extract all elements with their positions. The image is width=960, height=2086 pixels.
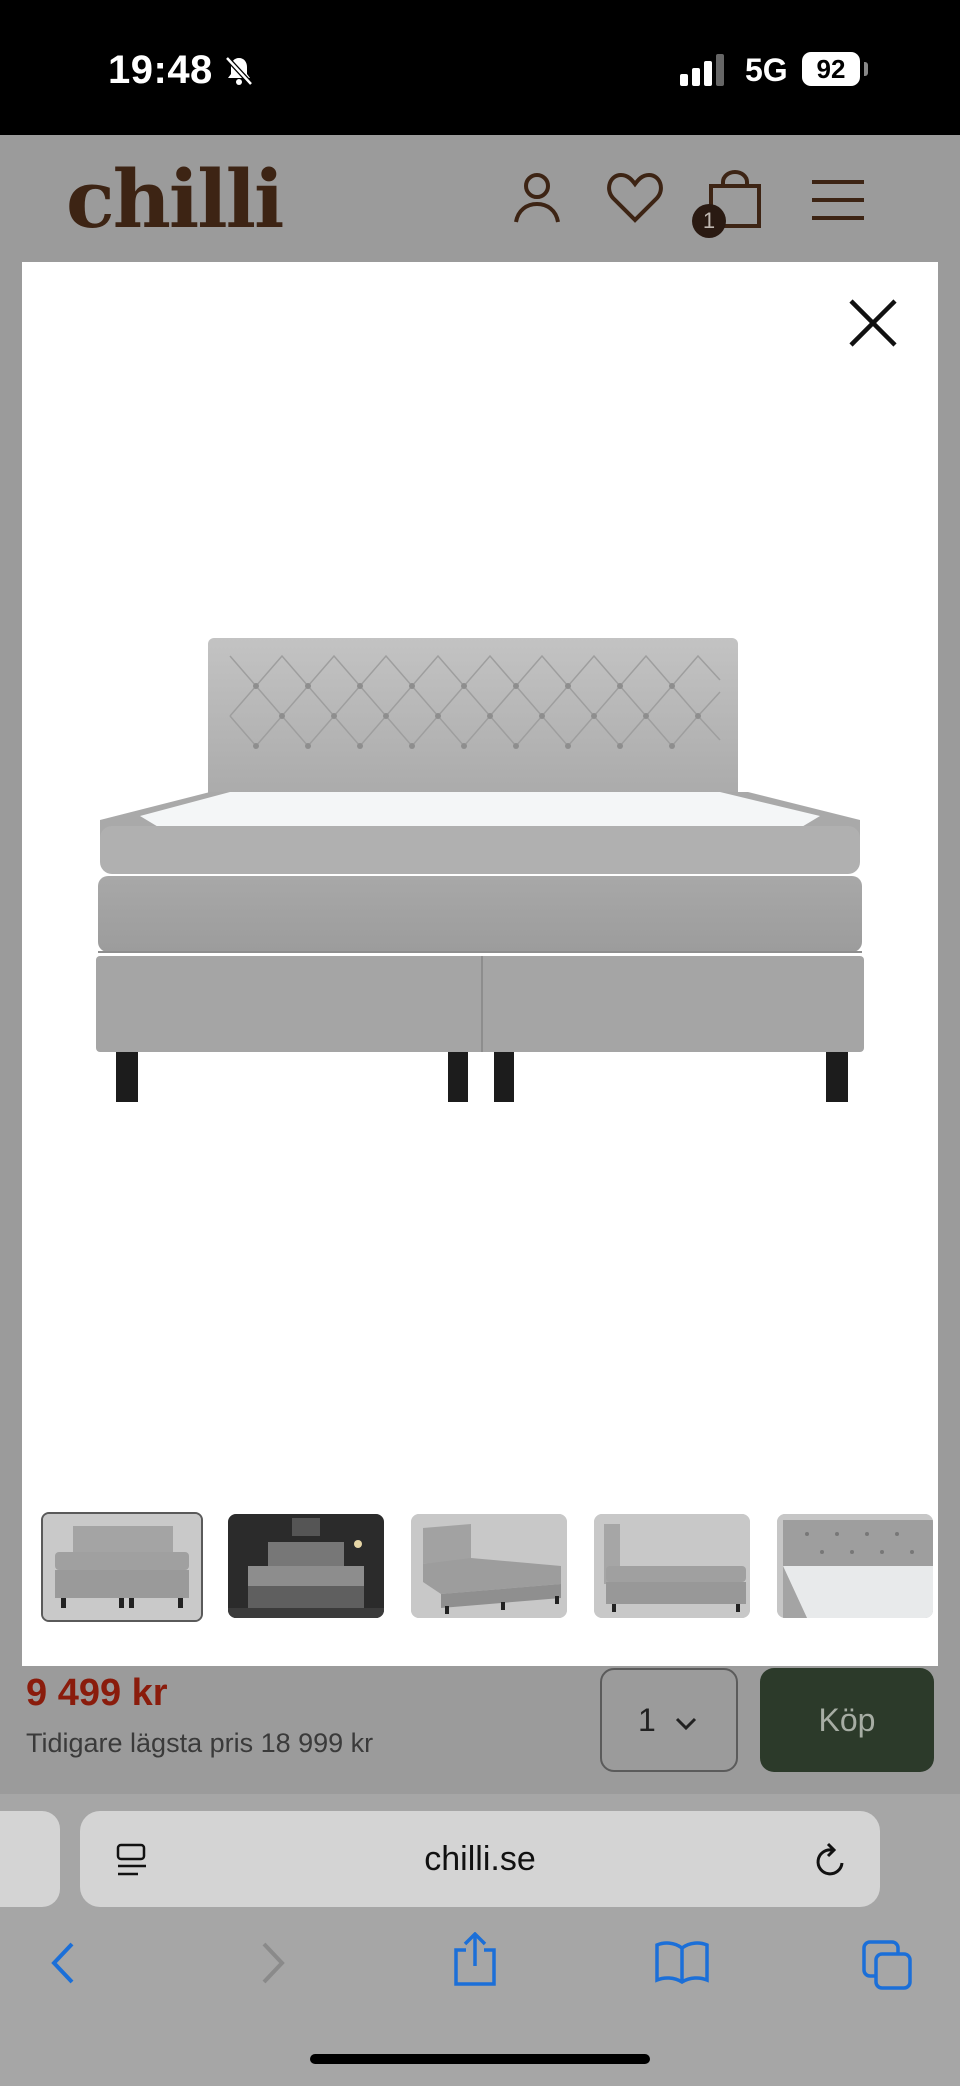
- account-icon[interactable]: [510, 170, 564, 226]
- bookmarks-book-icon[interactable]: [654, 1940, 710, 1984]
- close-icon[interactable]: [845, 295, 901, 351]
- home-indicator: [310, 2054, 650, 2064]
- cart-count-badge: 1: [692, 204, 726, 238]
- menu-hamburger-icon[interactable]: [810, 178, 866, 222]
- url-text: chilli.se: [424, 1840, 536, 1878]
- previous-tab-peek[interactable]: [0, 1811, 60, 1907]
- quantity-value: 1: [638, 1702, 656, 1738]
- previous-lowest-price: Tidigare lägsta pris 18 999 kr: [26, 1728, 374, 1758]
- site-logo[interactable]: chilli: [66, 152, 284, 246]
- thumbnail-image: [411, 1514, 567, 1618]
- quantity-select[interactable]: 1: [600, 1668, 738, 1772]
- thumbnail-bed-room[interactable]: [228, 1514, 384, 1618]
- thumbnail-image: [43, 1514, 201, 1620]
- thumbnail-bed-front[interactable]: [41, 1512, 203, 1622]
- battery-tip: [864, 62, 868, 76]
- thumbnail-strip: [40, 1510, 938, 1622]
- battery-level: 92: [802, 52, 860, 86]
- back-chevron-icon[interactable]: [48, 1940, 78, 1986]
- forward-chevron-icon[interactable]: [258, 1940, 288, 1986]
- reload-icon[interactable]: [812, 1841, 850, 1881]
- thumbnail-image: [228, 1514, 384, 1618]
- network-type: 5G: [745, 52, 788, 88]
- wishlist-heart-icon[interactable]: [605, 170, 665, 226]
- cellular-signal-icon: [680, 54, 724, 86]
- tabs-overview-icon[interactable]: [862, 1940, 912, 1990]
- chevron-down-icon: [675, 1717, 697, 1731]
- thumbnail-bed-side[interactable]: [594, 1514, 750, 1618]
- product-price: 9 499 kr: [26, 1672, 168, 1714]
- thumbnail-image: [594, 1514, 750, 1618]
- buy-button[interactable]: Köp: [760, 1668, 934, 1772]
- thumbnail-bed-angle[interactable]: [411, 1514, 567, 1618]
- thumbnail-headboard-detail[interactable]: [777, 1514, 933, 1618]
- thumbnail-image: [777, 1514, 933, 1618]
- status-bar: 19:48 5G 92: [0, 0, 960, 135]
- address-bar[interactable]: chilli.se: [80, 1811, 880, 1907]
- status-time: 19:48: [108, 48, 213, 92]
- share-icon[interactable]: [452, 1932, 498, 1988]
- product-main-image: [96, 638, 864, 1102]
- silent-bell-icon: [225, 56, 253, 86]
